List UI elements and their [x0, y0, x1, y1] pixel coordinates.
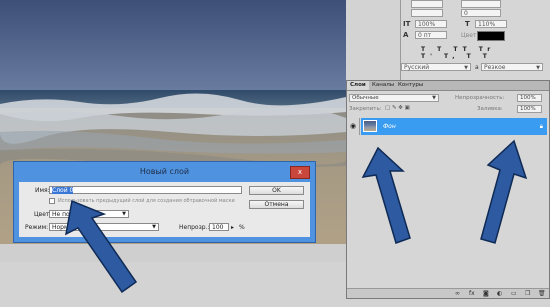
vertical-scale-icon: IT	[403, 20, 411, 28]
font-size-field[interactable]	[411, 9, 443, 17]
color-select[interactable]: Не показывать ▼	[49, 210, 129, 218]
mode-value: Нормальный	[52, 224, 93, 231]
clip-mask-checkbox[interactable]	[49, 198, 55, 204]
layer-thumbnail	[363, 120, 377, 132]
blend-mode-select[interactable]: Обычные ▼	[349, 94, 439, 102]
mask-icon[interactable]: ◙	[483, 290, 489, 297]
opacity-input[interactable]: 100	[209, 223, 229, 231]
opacity-label: Непрозрачность:	[455, 95, 505, 101]
baseline-value: 0 пт	[418, 32, 432, 39]
language-value: Русский	[404, 64, 430, 71]
opacity-value: 100%	[520, 95, 536, 101]
language-select[interactable]: Русский ▼	[401, 63, 471, 71]
ok-button[interactable]: OK	[249, 186, 304, 195]
close-icon: x	[297, 168, 303, 176]
dialog-body: Имя: Слой 0 Использовать предыдущий слой…	[19, 182, 310, 237]
antialias-value: Резкое	[484, 64, 506, 71]
kerning-field[interactable]	[461, 0, 501, 8]
opacity-dropdown-icon[interactable]: ▸	[231, 224, 234, 231]
chevron-down-icon: ▼	[152, 224, 156, 230]
folder-icon[interactable]: ▭	[511, 290, 517, 297]
text-color-label: Цвет:	[461, 32, 479, 39]
horizontal-scale-field[interactable]: 110%	[475, 20, 507, 28]
name-input[interactable]: Слой 0	[49, 186, 242, 194]
lock-icons[interactable]: ▢ ✎ ✥ ▣	[385, 105, 410, 111]
tracking-value: 0	[464, 10, 468, 17]
fill-field[interactable]: 100%	[517, 105, 542, 113]
tracking-field[interactable]: 0	[461, 9, 501, 17]
antialias-icon: a	[475, 64, 479, 71]
mode-select[interactable]: Нормальный ▼	[49, 223, 159, 231]
horizontal-scale-value: 110%	[478, 21, 496, 28]
tab-layers[interactable]: Слои	[347, 81, 369, 90]
font-style-field[interactable]	[411, 0, 443, 8]
opacity-unit: %	[239, 224, 245, 231]
new-layer-dialog: Новый слой x Имя: Слой 0 Использовать пр…	[13, 161, 316, 243]
name-value: Слой 0	[52, 187, 74, 194]
baseline-icon: A	[403, 31, 409, 39]
fill-value: 100%	[520, 106, 536, 112]
tab-channels[interactable]: Каналы	[369, 81, 397, 90]
horizontal-scale-icon: T	[465, 20, 470, 28]
opacity-field[interactable]: 100%	[517, 94, 542, 102]
character-panel: 0 IT 100% T 110% A 0 пт Цвет: T T TT Tr …	[400, 0, 550, 80]
fill-label: Заливка:	[477, 106, 503, 112]
format-buttons[interactable]: T T TT Tr T' T, T T	[421, 46, 511, 60]
tab-paths[interactable]: Контуры	[395, 81, 426, 90]
layers-toolbar: ∞ fx ◙ ◐ ▭ ❐ 🗑︎	[347, 288, 549, 298]
chevron-down-icon: ▼	[464, 65, 468, 71]
dialog-title: Новый слой	[139, 167, 190, 176]
cancel-label: Отмена	[264, 201, 289, 208]
opacity-input-value: 100	[212, 224, 224, 231]
layer-name: Фон	[383, 123, 396, 130]
fx-icon[interactable]: fx	[469, 290, 475, 297]
chevron-down-icon: ▼	[536, 65, 540, 71]
new-layer-icon[interactable]: ❐	[525, 290, 530, 297]
ok-label: OK	[272, 187, 281, 194]
lock-label: Закрепить:	[349, 106, 382, 112]
lock-icon: 🔒︎	[539, 123, 543, 130]
chevron-down-icon: ▼	[122, 211, 126, 217]
eye-icon[interactable]: ◉	[347, 118, 360, 135]
link-icon[interactable]: ∞	[455, 290, 460, 297]
close-button[interactable]: x	[290, 166, 310, 179]
chevron-down-icon: ▼	[432, 95, 436, 101]
name-label: Имя:	[35, 187, 50, 194]
blend-mode-value: Обычные	[352, 95, 379, 101]
panel-tabs: Слои Каналы Контуры	[347, 81, 549, 91]
opacity-label: Непрозр.:	[179, 224, 210, 231]
antialias-select[interactable]: Резкое ▼	[481, 63, 543, 71]
cancel-button[interactable]: Отмена	[249, 200, 304, 209]
trash-icon[interactable]: 🗑︎	[538, 290, 546, 297]
vertical-scale-value: 100%	[418, 21, 436, 28]
clip-mask-label: Использовать предыдущий слой для создани…	[58, 198, 235, 204]
text-color-swatch[interactable]	[477, 31, 505, 41]
baseline-field[interactable]: 0 пт	[415, 31, 447, 39]
mode-label: Режим:	[25, 224, 49, 231]
layers-panel: Слои Каналы Контуры Обычные ▼ Непрозрачно…	[346, 80, 550, 299]
adjustment-icon[interactable]: ◐	[497, 290, 502, 297]
vertical-scale-field[interactable]: 100%	[415, 20, 447, 28]
color-value: Не показывать	[52, 211, 100, 218]
layer-row-background[interactable]: Фон 🔒︎	[361, 118, 547, 135]
